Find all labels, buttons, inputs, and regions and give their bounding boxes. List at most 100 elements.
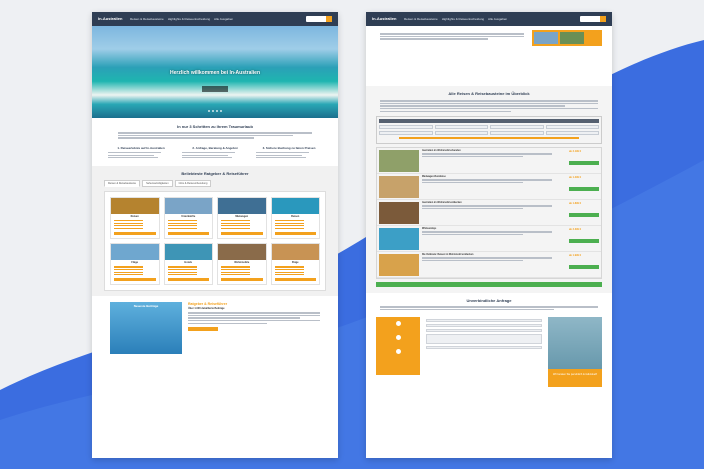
form-field[interactable] [426,329,542,333]
guide-card[interactable]: Flüge [110,242,160,286]
promo-subtitle: Über 1.000 detaillierte Beiträge [188,307,225,311]
filter-select[interactable] [379,131,433,136]
nav-item-highlights[interactable]: Highlights & Reiseentscheidung [168,17,210,21]
intro-thumb[interactable] [534,32,558,44]
tab-reisen[interactable]: Reisen & Reisebausteine [104,179,141,187]
results-list: Australien im Wohnmobil erkunden ab 2.199… [376,147,602,280]
listing-screenshot: In-Australien Reisen & Reisebausteine Hi… [366,12,612,458]
promo-title: Ratgeber & Reiseführer [188,302,228,307]
filter-select[interactable] [545,125,599,130]
site-logo[interactable]: In-Australien [98,17,126,21]
guide-card[interactable]: Wohnmobile [217,242,267,286]
result-details-button[interactable] [569,213,599,218]
guides-title: Beliebteste Ratgeber & Reiseführer [181,170,249,176]
advisor-cta: Wir beraten Sie persönlich & individuell… [548,369,602,388]
guide-card-button[interactable] [274,278,316,282]
result-row[interactable]: Mietwagen-Rundreise ab 1.299 € [377,174,601,201]
guide-card[interactable]: Reisen [110,196,160,239]
form-textarea[interactable] [426,334,542,345]
steps-section: In nur 3 Schritten zu Ihrem Traumurlaub … [92,118,338,166]
step-title: 3. Sichere Buchung zu fairen Preisen [262,145,316,150]
result-row[interactable]: Die Ostküste: Reisen im Wohnmobil entdec… [377,252,601,279]
form-field[interactable] [426,319,542,323]
form-field[interactable] [426,346,542,350]
filter-select[interactable] [490,131,544,136]
result-image[interactable] [379,176,419,199]
search-icon[interactable] [600,16,606,22]
result-image[interactable] [379,254,419,277]
advisor-photo: Wir beraten Sie persönlich & individuell… [548,317,602,388]
price-slider[interactable] [399,137,579,140]
result-details-button[interactable] [569,265,599,270]
guide-card-image[interactable] [164,197,212,214]
filter-panel [376,116,602,145]
result-row[interactable]: Australien im Wohnmobil erkunden ab 2.199… [377,148,601,175]
guide-card-image[interactable] [218,243,266,260]
result-price: ab 2.199 € [569,150,581,154]
filter-select[interactable] [434,125,488,130]
slider-dots[interactable] [92,110,338,112]
nav-item-ausgaben[interactable]: Alle Ausgaben [214,17,233,21]
filter-select[interactable] [490,125,544,130]
promo-button[interactable] [188,326,218,331]
guide-card-title: Wohnmobile [234,260,250,264]
guide-card[interactable]: Hotels [163,242,213,286]
guide-card-button[interactable] [274,231,316,235]
promo-image[interactable]: Neueste Beiträge [110,302,182,355]
result-image[interactable] [379,228,419,251]
guide-card-links [218,266,266,276]
result-title[interactable]: Mietwagen-Rundreise [422,176,566,178]
result-price: ab 2.399 € [569,228,581,232]
guides-section: Beliebteste Ratgeber & Reiseführer Reise… [92,165,338,297]
guide-card-button[interactable] [167,278,209,282]
guide-card-button[interactable] [114,278,156,282]
hero-button[interactable] [202,86,228,92]
guide-card-image[interactable] [271,197,319,214]
nav-item-highlights[interactable]: Highlights & Reiseentscheidung [442,17,484,21]
nav-item-ausgaben[interactable]: Alle Ausgaben [488,17,507,21]
filter-select[interactable] [545,131,599,136]
form-field[interactable] [426,324,542,328]
intro-block [366,26,612,50]
nav-item-reisen[interactable]: Reisen & Reisebausteine [130,17,164,21]
filter-select[interactable] [379,125,433,130]
result-title[interactable]: Australien im Wohnmobil entdecken [422,202,566,204]
result-title[interactable]: Die Ostküste: Reisen im Wohnmobil entdec… [422,254,566,256]
site-logo[interactable]: In-Australien [372,17,400,21]
result-row[interactable]: Australien im Wohnmobil entdecken ab 1.89… [377,200,601,227]
result-title[interactable]: Australien im Wohnmobil erkunden [422,150,566,152]
search-input[interactable] [306,16,332,22]
result-details-button[interactable] [569,187,599,192]
show-all-button[interactable] [376,282,602,288]
guide-card-image[interactable] [111,197,159,214]
listing-section: Alle Reisen & Reisebausteine im Überblic… [366,86,612,294]
search-icon[interactable] [326,16,332,22]
guide-card-image[interactable] [164,243,212,260]
guide-card-button[interactable] [221,278,263,282]
result-details-button[interactable] [569,161,599,166]
nav-item-reisen[interactable]: Reisen & Reisebausteine [404,17,438,21]
tab-infos[interactable]: Infos & Reisevorbereitung [174,179,212,187]
guide-card-image[interactable] [218,197,266,214]
result-price: ab 1.299 € [569,176,581,180]
filter-select[interactable] [434,131,488,136]
guide-card-image[interactable] [111,243,159,260]
guide-card[interactable]: Unterkünfte [163,196,213,239]
guide-card-image[interactable] [271,243,319,260]
guide-card[interactable]: Mietwagen [217,196,267,239]
guide-card-title: Reisen [291,214,300,218]
search-input[interactable] [580,16,606,22]
result-title[interactable]: Whitsundays [422,228,566,230]
promo-image-label: Neueste Beiträge [133,304,159,309]
tab-sehenswuerdigkeiten[interactable]: Sehenswürdigkeiten [142,179,173,187]
guide-card-button[interactable] [114,231,156,235]
guide-card[interactable]: Flüge [270,242,320,286]
guide-card[interactable]: Reisen [270,196,320,239]
guide-card-button[interactable] [221,231,263,235]
intro-thumb[interactable] [560,32,584,44]
guide-card-button[interactable] [167,231,209,235]
result-row[interactable]: Whitsundays ab 2.399 € [377,226,601,253]
result-image[interactable] [379,150,419,173]
result-image[interactable] [379,202,419,225]
result-details-button[interactable] [569,239,599,244]
